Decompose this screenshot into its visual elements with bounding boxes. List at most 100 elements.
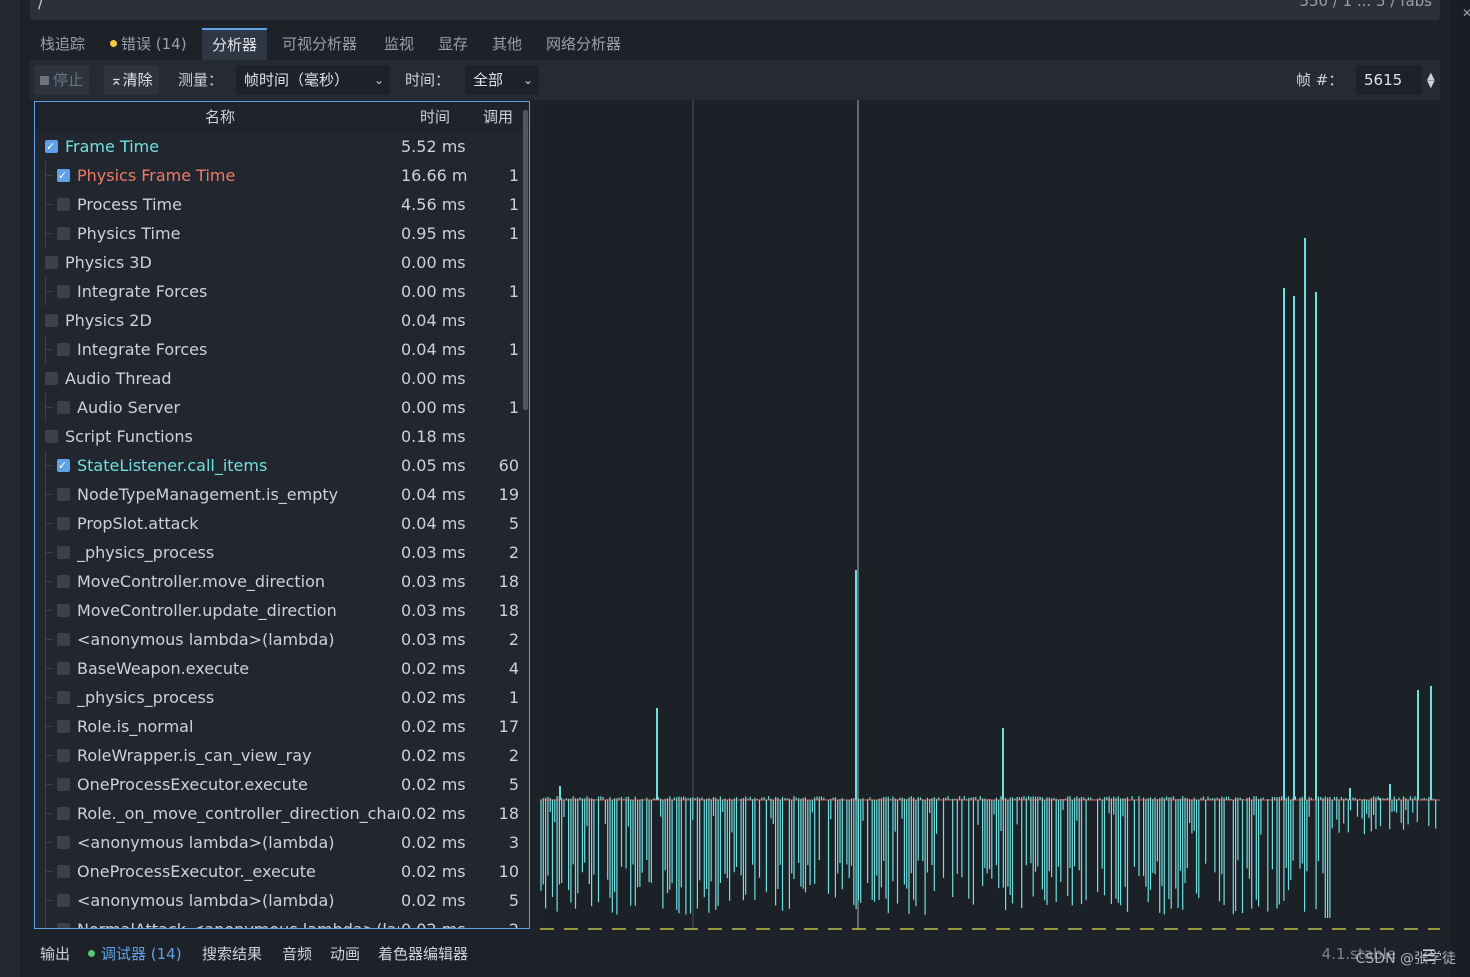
row-name: Physics 2D — [65, 311, 152, 330]
row-calls: 60 — [498, 456, 519, 475]
tree-guide — [45, 465, 53, 466]
bottom-tab-debugger[interactable]: 调试器 (14) — [88, 938, 182, 970]
clear-button[interactable]: ⌅清除 — [104, 65, 159, 95]
row-time: 0.95 ms — [401, 224, 466, 243]
row-checkbox[interactable] — [57, 836, 70, 849]
close-icon[interactable]: ✕ — [1462, 6, 1470, 20]
row-checkbox[interactable] — [57, 894, 70, 907]
row-checkbox[interactable] — [45, 430, 58, 443]
tab-misc[interactable]: 其他 — [482, 28, 532, 60]
bottom-tab-output[interactable]: 输出 — [40, 938, 70, 970]
tree-row[interactable]: Audio Thread 0.00 ms — [35, 364, 521, 393]
tree-row[interactable]: OneProcessExecutor.execute 0.02 ms 5 — [35, 770, 521, 799]
tab-network-profiler[interactable]: 网络分析器 — [536, 28, 631, 60]
row-name: Integrate Forces — [77, 340, 208, 359]
tab-video-ram[interactable]: 显存 — [428, 28, 478, 60]
tree-row[interactable]: Process Time 4.56 ms 1 — [35, 190, 521, 219]
row-checkbox[interactable] — [57, 546, 70, 559]
tab-visual-profiler[interactable]: 可视分析器 — [272, 28, 367, 60]
time-select[interactable]: 全部 ⌄ — [465, 65, 539, 95]
row-checkbox[interactable] — [45, 372, 58, 385]
row-checkbox[interactable] — [57, 749, 70, 762]
tree-row[interactable]: NormalAttack.<anonymous lambda>(lamb0.02… — [35, 915, 521, 928]
row-checkbox[interactable] — [57, 401, 70, 414]
tree-row[interactable]: Script Functions 0.18 ms — [35, 422, 521, 451]
row-checkbox[interactable] — [57, 285, 70, 298]
tree-scrollbar[interactable] — [523, 110, 528, 410]
row-checkbox[interactable] — [57, 488, 70, 501]
tree-row[interactable]: <anonymous lambda>(lambda) 0.02 ms 5 — [35, 886, 521, 915]
column-name-header[interactable]: 名称 — [205, 102, 235, 132]
profiler-tree: 名称 时间 调用 Frame Time 5.52 ms Physics Frame … — [34, 101, 530, 929]
frame-number-input[interactable]: 5615 — [1356, 65, 1422, 95]
profiler-graph[interactable] — [540, 100, 1440, 930]
row-checkbox[interactable] — [45, 132, 58, 161]
row-checkbox[interactable] — [57, 198, 70, 211]
chevron-down-icon: ⌄ — [522, 73, 533, 87]
tab-stack-trace[interactable]: 栈追踪 — [30, 28, 95, 60]
tree-row[interactable]: BaseWeapon.execute 0.02 ms 4 — [35, 654, 521, 683]
row-checkbox[interactable] — [57, 865, 70, 878]
row-checkbox[interactable] — [57, 451, 70, 480]
tree-row[interactable]: Audio Server 0.00 ms 1 — [35, 393, 521, 422]
row-checkbox[interactable] — [57, 343, 70, 356]
tree-row[interactable]: _physics_process 0.02 ms 1 — [35, 683, 521, 712]
tree-row[interactable]: _physics_process 0.03 ms 2 — [35, 538, 521, 567]
tab-errors[interactable]: 错误 (14) — [100, 28, 197, 60]
tree-row[interactable]: Physics 3D 0.00 ms — [35, 248, 521, 277]
row-checkbox[interactable] — [57, 778, 70, 791]
tree-row[interactable]: Physics Time 0.95 ms 1 — [35, 219, 521, 248]
tree-row[interactable]: Role.is_normal 0.02 ms 17 — [35, 712, 521, 741]
row-checkbox[interactable] — [57, 807, 70, 820]
tree-row[interactable]: <anonymous lambda>(lambda) 0.02 ms 3 — [35, 828, 521, 857]
tree-row[interactable]: StateListener.call_items 0.05 ms 60 — [35, 451, 521, 480]
tree-guide — [45, 335, 46, 364]
row-name: StateListener.call_items — [77, 456, 268, 475]
tree-row[interactable]: MoveController.move_direction 0.03 ms 18 — [35, 567, 521, 596]
row-time: 0.02 ms — [401, 891, 466, 910]
row-checkbox[interactable] — [57, 517, 70, 530]
tree-row[interactable]: Role._on_move_controller_direction_chang… — [35, 799, 521, 828]
row-time: 0.02 ms — [401, 688, 466, 707]
row-name: RoleWrapper.is_can_view_ray — [77, 746, 312, 765]
tree-row[interactable]: <anonymous lambda>(lambda) 0.03 ms 2 — [35, 625, 521, 654]
row-checkbox[interactable] — [45, 256, 58, 269]
tree-row[interactable]: NodeTypeManagement.is_empty 0.04 ms 19 — [35, 480, 521, 509]
tree-guide — [45, 857, 46, 886]
row-checkbox[interactable] — [57, 161, 70, 190]
tree-row[interactable]: OneProcessExecutor._execute 0.02 ms 10 — [35, 857, 521, 886]
bottom-panel-tabs: 输出 调试器 (14) 搜索结果 音频 动画 着色器编辑器 4.1.stable… — [30, 938, 1440, 970]
tree-row[interactable]: Integrate Forces 0.00 ms 1 — [35, 277, 521, 306]
row-checkbox[interactable] — [45, 314, 58, 327]
measure-select[interactable]: 帧时间（毫秒） ⌄ — [236, 65, 390, 95]
row-checkbox[interactable] — [57, 691, 70, 704]
column-calls-header[interactable]: 调用 — [483, 102, 513, 132]
row-name: NormalAttack.<anonymous lambda>(lamb — [77, 915, 399, 928]
tree-row[interactable]: MoveController.update_direction 0.03 ms 18 — [35, 596, 521, 625]
tab-monitors[interactable]: 监视 — [374, 28, 424, 60]
row-checkbox[interactable] — [57, 662, 70, 675]
tree-row[interactable]: Physics 2D 0.04 ms — [35, 306, 521, 335]
row-checkbox[interactable] — [57, 575, 70, 588]
stop-button[interactable]: 停止 — [34, 65, 90, 95]
bottom-tab-shader-editor[interactable]: 着色器编辑器 — [378, 938, 468, 970]
row-checkbox[interactable] — [57, 720, 70, 733]
row-checkbox[interactable] — [57, 604, 70, 617]
bottom-tab-audio[interactable]: 音频 — [282, 938, 312, 970]
spinner-arrows-icon[interactable]: ▲ ▼ — [1427, 72, 1435, 90]
row-time: 0.04 ms — [401, 485, 466, 504]
tree-row[interactable]: Integrate Forces 0.04 ms 1 — [35, 335, 521, 364]
tree-row[interactable]: PropSlot.attack 0.04 ms 5 — [35, 509, 521, 538]
row-checkbox[interactable] — [57, 633, 70, 646]
tab-profiler[interactable]: 分析器 — [202, 28, 268, 60]
bottom-tab-animation[interactable]: 动画 — [330, 938, 360, 970]
tree-row[interactable]: RoleWrapper.is_can_view_ray 0.02 ms 2 — [35, 741, 521, 770]
row-checkbox[interactable] — [57, 923, 70, 928]
tree-guide — [45, 480, 46, 509]
tree-guide — [45, 915, 46, 928]
tree-row[interactable]: Physics Frame Time 16.66 m 1 — [35, 161, 521, 190]
column-time-header[interactable]: 时间 — [420, 102, 450, 132]
row-checkbox[interactable] — [57, 227, 70, 240]
bottom-tab-search-results[interactable]: 搜索结果 — [202, 938, 262, 970]
tree-row[interactable]: Frame Time 5.52 ms — [35, 132, 521, 161]
